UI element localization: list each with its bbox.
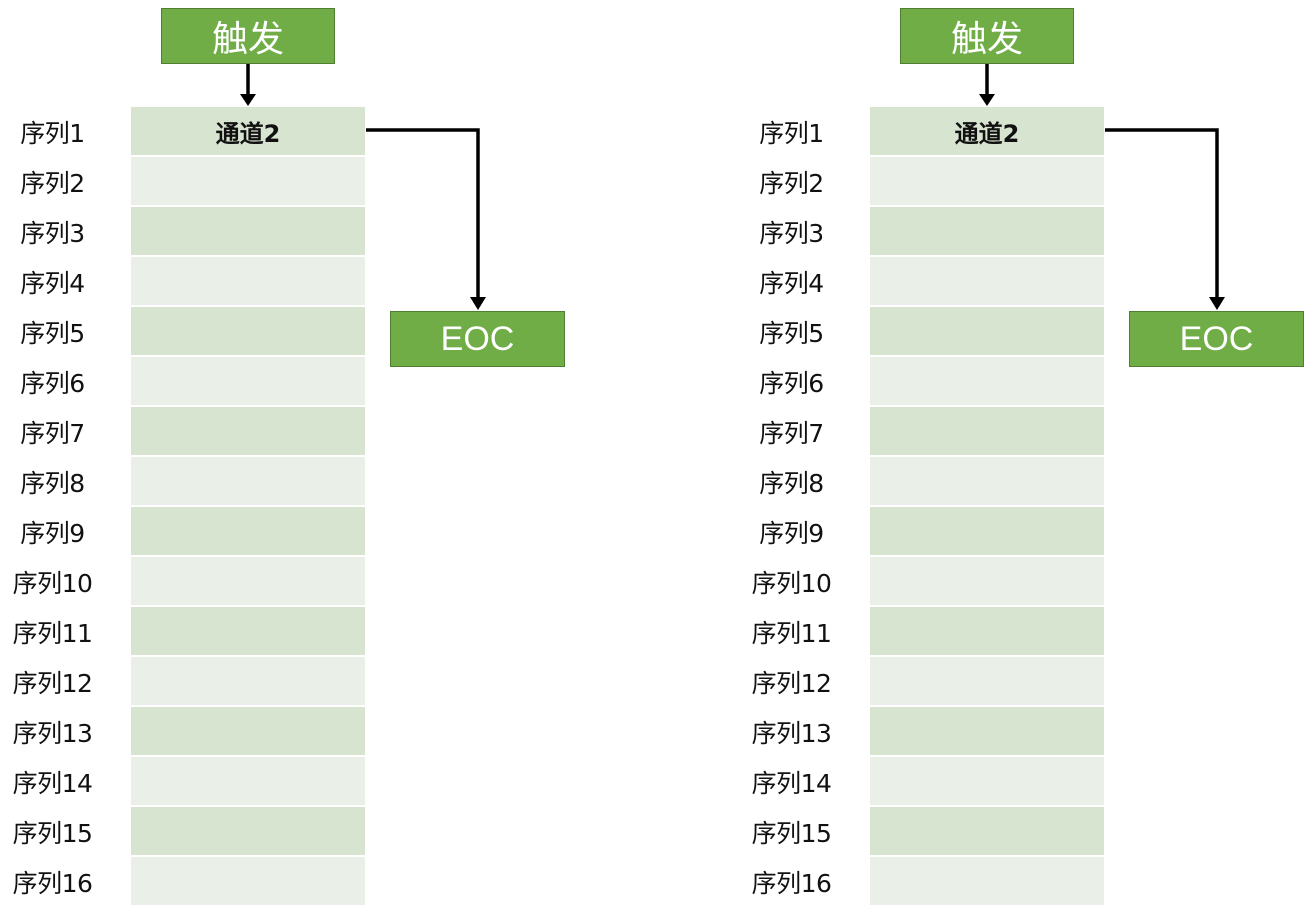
diagram-left: 触发 EOC 序列1 序列2 序列3 序列4 序列5 序列6 序列7 序列8 序列9 序列10 序列… [0, 0, 600, 917]
eoc-arrow [1105, 128, 1219, 298]
connector-arrows [979, 64, 1225, 310]
connector-arrows [240, 64, 486, 310]
diagram-right: 触发 EOC 序列1 序列2 序列3 序列4 序列5 序列6 序列7 序列8 序列9 序列10 序列… [739, 0, 1304, 917]
eoc-arrow-head [1209, 297, 1225, 310]
eoc-arrow-head [470, 297, 486, 310]
trigger-arrow-head [979, 94, 995, 106]
eoc-arrow [366, 128, 480, 298]
trigger-arrow-head [240, 94, 256, 106]
